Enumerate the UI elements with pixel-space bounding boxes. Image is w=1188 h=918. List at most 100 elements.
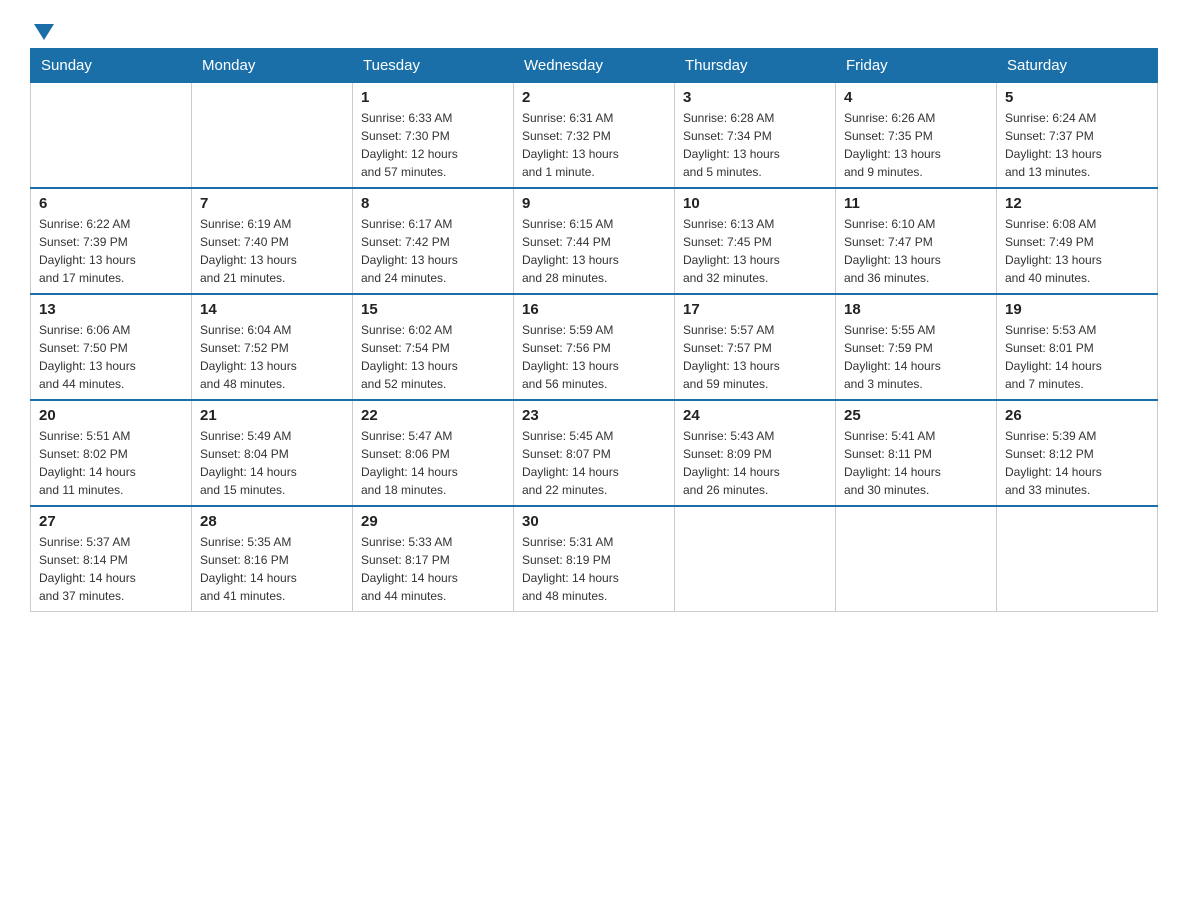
calendar-cell: 14 Sunrise: 6:04 AM Sunset: 7:52 PM Dayli… [192,294,353,400]
calendar-cell [31,83,192,189]
day-info: Sunrise: 5:47 AM Sunset: 8:06 PM Dayligh… [361,427,505,499]
day-number: 7 [200,195,344,212]
weekday-header-friday: Friday [836,49,997,83]
calendar-cell: 10 Sunrise: 6:13 AM Sunset: 7:45 PM Dayli… [675,188,836,294]
calendar-cell: 16 Sunrise: 5:59 AM Sunset: 7:56 PM Dayli… [514,294,675,400]
calendar-cell: 30 Sunrise: 5:31 AM Sunset: 8:19 PM Dayli… [514,506,675,612]
day-number: 18 [844,301,988,318]
calendar-cell: 26Sunrise: 5:39 AM Sunset: 8:12 PM Dayli… [997,400,1158,506]
calendar-cell: 2Sunrise: 6:31 AM Sunset: 7:32 PM Daylig… [514,83,675,189]
calendar-cell: 25 Sunrise: 5:41 AM Sunset: 8:11 PM Dayli… [836,400,997,506]
calendar-cell: 7 Sunrise: 6:19 AM Sunset: 7:40 PM Daylig… [192,188,353,294]
day-info: Sunrise: 5:31 AM Sunset: 8:19 PM Dayligh… [522,533,666,605]
calendar-cell: 9 Sunrise: 6:15 AM Sunset: 7:44 PM Daylig… [514,188,675,294]
day-number: 6 [39,195,183,212]
day-number: 27 [39,513,183,530]
day-number: 23 [522,407,666,424]
logo-arrow-icon [34,24,54,40]
day-number: 17 [683,301,827,318]
calendar-cell: 20 Sunrise: 5:51 AM Sunset: 8:02 PM Dayli… [31,400,192,506]
day-number: 21 [200,407,344,424]
calendar-cell: 24Sunrise: 5:43 AM Sunset: 8:09 PM Dayli… [675,400,836,506]
weekday-header-thursday: Thursday [675,49,836,83]
day-info: Sunrise: 5:39 AM Sunset: 8:12 PM Dayligh… [1005,427,1149,499]
day-number: 5 [1005,89,1149,106]
calendar-table: SundayMondayTuesdayWednesdayThursdayFrid… [30,48,1158,612]
calendar-week-row: 13 Sunrise: 6:06 AM Sunset: 7:50 PM Dayli… [31,294,1158,400]
day-info: Sunrise: 5:35 AM Sunset: 8:16 PM Dayligh… [200,533,344,605]
calendar-week-row: 1 Sunrise: 6:33 AM Sunset: 7:30 PM Daylig… [31,83,1158,189]
calendar-cell: 13 Sunrise: 6:06 AM Sunset: 7:50 PM Dayli… [31,294,192,400]
calendar-cell: 27 Sunrise: 5:37 AM Sunset: 8:14 PM Dayli… [31,506,192,612]
weekday-header-row: SundayMondayTuesdayWednesdayThursdayFrid… [31,49,1158,83]
calendar-cell: 11 Sunrise: 6:10 AM Sunset: 7:47 PM Dayli… [836,188,997,294]
calendar-cell: 21Sunrise: 5:49 AM Sunset: 8:04 PM Dayli… [192,400,353,506]
day-number: 8 [361,195,505,212]
weekday-header-sunday: Sunday [31,49,192,83]
day-number: 14 [200,301,344,318]
day-info: Sunrise: 6:22 AM Sunset: 7:39 PM Dayligh… [39,215,183,287]
day-number: 15 [361,301,505,318]
day-info: Sunrise: 6:15 AM Sunset: 7:44 PM Dayligh… [522,215,666,287]
day-number: 4 [844,89,988,106]
day-number: 19 [1005,301,1149,318]
day-info: Sunrise: 5:51 AM Sunset: 8:02 PM Dayligh… [39,427,183,499]
day-info: Sunrise: 6:04 AM Sunset: 7:52 PM Dayligh… [200,321,344,393]
calendar-week-row: 20 Sunrise: 5:51 AM Sunset: 8:02 PM Dayli… [31,400,1158,506]
day-info: Sunrise: 6:17 AM Sunset: 7:42 PM Dayligh… [361,215,505,287]
day-info: Sunrise: 6:28 AM Sunset: 7:34 PM Dayligh… [683,109,827,181]
calendar-cell: 23 Sunrise: 5:45 AM Sunset: 8:07 PM Dayli… [514,400,675,506]
day-info: Sunrise: 6:13 AM Sunset: 7:45 PM Dayligh… [683,215,827,287]
day-number: 28 [200,513,344,530]
day-info: Sunrise: 5:33 AM Sunset: 8:17 PM Dayligh… [361,533,505,605]
day-info: Sunrise: 5:53 AM Sunset: 8:01 PM Dayligh… [1005,321,1149,393]
calendar-cell: 29Sunrise: 5:33 AM Sunset: 8:17 PM Dayli… [353,506,514,612]
day-info: Sunrise: 6:19 AM Sunset: 7:40 PM Dayligh… [200,215,344,287]
calendar-cell: 4 Sunrise: 6:26 AM Sunset: 7:35 PM Daylig… [836,83,997,189]
day-number: 13 [39,301,183,318]
day-number: 25 [844,407,988,424]
calendar-cell: 1 Sunrise: 6:33 AM Sunset: 7:30 PM Daylig… [353,83,514,189]
weekday-header-saturday: Saturday [997,49,1158,83]
calendar-week-row: 27 Sunrise: 5:37 AM Sunset: 8:14 PM Dayli… [31,506,1158,612]
weekday-header-tuesday: Tuesday [353,49,514,83]
calendar-week-row: 6 Sunrise: 6:22 AM Sunset: 7:39 PM Daylig… [31,188,1158,294]
day-number: 11 [844,195,988,212]
day-info: Sunrise: 5:45 AM Sunset: 8:07 PM Dayligh… [522,427,666,499]
day-info: Sunrise: 5:55 AM Sunset: 7:59 PM Dayligh… [844,321,988,393]
day-info: Sunrise: 6:33 AM Sunset: 7:30 PM Dayligh… [361,109,505,181]
calendar-cell [836,506,997,612]
calendar-cell: 6 Sunrise: 6:22 AM Sunset: 7:39 PM Daylig… [31,188,192,294]
day-number: 2 [522,89,666,106]
day-number: 16 [522,301,666,318]
calendar-cell: 12Sunrise: 6:08 AM Sunset: 7:49 PM Dayli… [997,188,1158,294]
calendar-cell: 22 Sunrise: 5:47 AM Sunset: 8:06 PM Dayli… [353,400,514,506]
day-info: Sunrise: 5:41 AM Sunset: 8:11 PM Dayligh… [844,427,988,499]
calendar-cell: 3 Sunrise: 6:28 AM Sunset: 7:34 PM Daylig… [675,83,836,189]
day-info: Sunrise: 6:26 AM Sunset: 7:35 PM Dayligh… [844,109,988,181]
day-info: Sunrise: 5:57 AM Sunset: 7:57 PM Dayligh… [683,321,827,393]
calendar-cell: 19 Sunrise: 5:53 AM Sunset: 8:01 PM Dayli… [997,294,1158,400]
day-info: Sunrise: 6:02 AM Sunset: 7:54 PM Dayligh… [361,321,505,393]
day-number: 30 [522,513,666,530]
calendar-cell: 8 Sunrise: 6:17 AM Sunset: 7:42 PM Daylig… [353,188,514,294]
day-number: 9 [522,195,666,212]
day-number: 1 [361,89,505,106]
calendar-cell: 5 Sunrise: 6:24 AM Sunset: 7:37 PM Daylig… [997,83,1158,189]
page-header [30,20,1158,38]
calendar-cell [192,83,353,189]
day-info: Sunrise: 6:06 AM Sunset: 7:50 PM Dayligh… [39,321,183,393]
day-info: Sunrise: 5:37 AM Sunset: 8:14 PM Dayligh… [39,533,183,605]
day-number: 22 [361,407,505,424]
calendar-cell: 17 Sunrise: 5:57 AM Sunset: 7:57 PM Dayli… [675,294,836,400]
day-info: Sunrise: 6:24 AM Sunset: 7:37 PM Dayligh… [1005,109,1149,181]
day-number: 10 [683,195,827,212]
day-number: 3 [683,89,827,106]
day-info: Sunrise: 6:08 AM Sunset: 7:49 PM Dayligh… [1005,215,1149,287]
logo [30,20,54,38]
day-info: Sunrise: 5:43 AM Sunset: 8:09 PM Dayligh… [683,427,827,499]
day-info: Sunrise: 6:10 AM Sunset: 7:47 PM Dayligh… [844,215,988,287]
day-number: 20 [39,407,183,424]
calendar-cell: 28 Sunrise: 5:35 AM Sunset: 8:16 PM Dayli… [192,506,353,612]
day-info: Sunrise: 5:59 AM Sunset: 7:56 PM Dayligh… [522,321,666,393]
